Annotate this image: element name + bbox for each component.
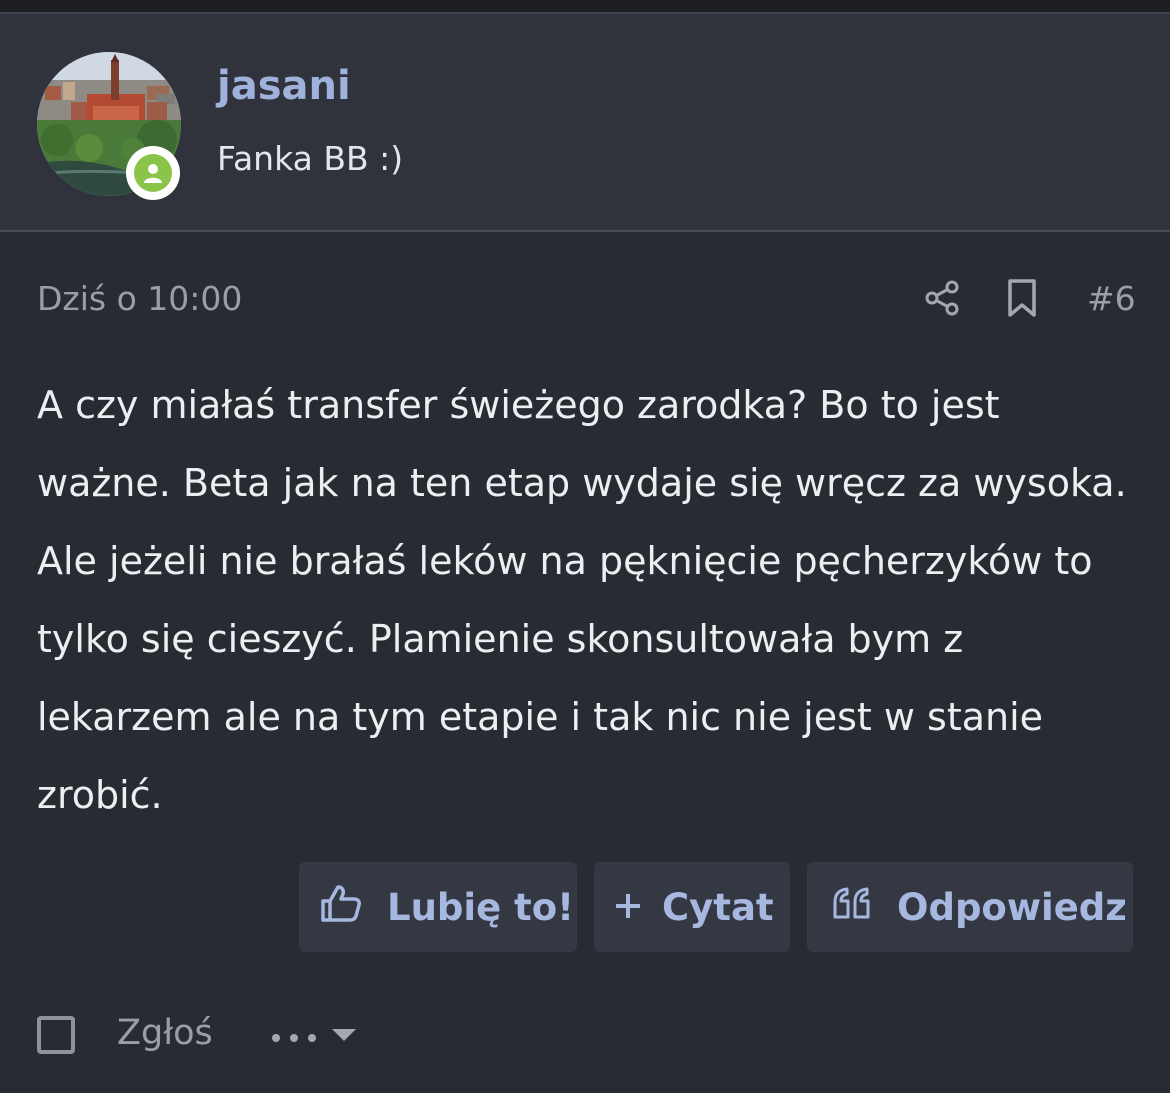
report-checkbox[interactable] <box>37 1016 75 1054</box>
quote-button[interactable]: Cytat <box>594 862 790 952</box>
like-button[interactable]: Lubię to! <box>299 862 577 952</box>
more-dots-icon <box>272 1029 356 1042</box>
user-status-icon <box>134 154 172 192</box>
quote-button-label: Cytat <box>662 885 774 929</box>
more-options-menu[interactable] <box>270 1020 360 1052</box>
thumbs-up-icon <box>319 883 363 932</box>
reply-button-label: Odpowiedz <box>897 885 1127 929</box>
report-link[interactable]: Zgłoś <box>117 1016 213 1051</box>
bookmark-icon[interactable] <box>1004 278 1040 318</box>
author-username[interactable]: jasani <box>217 66 351 106</box>
online-status-badge <box>126 146 180 200</box>
author-title: Fanka BB :) <box>217 139 404 178</box>
reply-button[interactable]: Odpowiedz <box>807 862 1133 952</box>
top-bar <box>0 0 1170 12</box>
quote-marks-icon <box>831 886 873 929</box>
plus-icon <box>614 886 642 929</box>
share-icon[interactable] <box>922 278 962 318</box>
post-date[interactable]: Dziś o 10:00 <box>37 282 242 315</box>
post-number-link[interactable]: #6 <box>1087 282 1136 315</box>
post-body: A czy miałaś transfer świeżego zarodka? … <box>37 383 1127 817</box>
like-button-label: Lubię to! <box>387 885 575 929</box>
author-panel: jasani Fanka BB :) <box>0 12 1170 232</box>
